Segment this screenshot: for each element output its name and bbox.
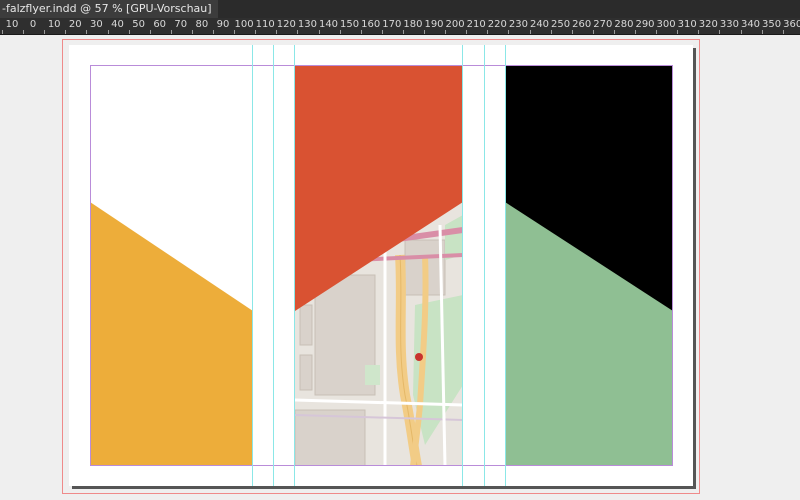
ruler-tick — [276, 30, 278, 34]
ruler-tick — [782, 30, 784, 34]
ruler-label: 110 — [255, 19, 275, 30]
ruler-label: 190 — [424, 19, 444, 30]
ruler-label: 340 — [740, 19, 761, 30]
column-guide[interactable] — [505, 45, 506, 486]
ruler-tick — [550, 30, 552, 34]
ruler-label: 140 — [318, 19, 339, 30]
ruler-tick — [677, 30, 679, 34]
ruler-label: 30 — [90, 19, 103, 30]
ruler-label: 20 — [68, 19, 82, 30]
column-guide[interactable] — [462, 45, 463, 486]
ruler-label: 40 — [111, 19, 124, 30]
ruler-label: 240 — [529, 19, 550, 30]
ruler-label: 170 — [382, 19, 402, 30]
ruler-label: 210 — [466, 19, 486, 30]
ruler-tick — [613, 30, 615, 34]
margin-guide — [90, 65, 673, 466]
document-tab-title: -falzflyer.indd @ 57 % [GPU-Vorschau] — [2, 2, 212, 15]
ruler-tick — [381, 30, 383, 34]
ruler-label: 120 — [276, 19, 296, 30]
ruler-label: 310 — [677, 19, 697, 30]
ruler-label: 50 — [132, 19, 145, 30]
ruler-label: 350 — [762, 19, 782, 30]
ruler-tick — [213, 30, 214, 34]
document-tabbar: -falzflyer.indd @ 57 % [GPU-Vorschau] — [0, 0, 800, 19]
ruler-label: 200 — [445, 19, 465, 30]
ruler-label: 220 — [487, 19, 507, 30]
ruler-tick — [128, 30, 130, 34]
ruler-label: 180 — [403, 19, 423, 30]
ruler-tick — [719, 30, 721, 34]
ruler-label: 0 — [29, 19, 37, 30]
ruler-label: 280 — [614, 19, 634, 30]
ruler-label: 290 — [635, 19, 655, 30]
ruler-tick — [424, 30, 425, 34]
ruler-label: 100 — [234, 19, 254, 30]
horizontal-ruler[interactable]: 10 0 10 20 30 40 50 60 70 80 90 100 110 120 130 140 150 1… — [0, 18, 800, 35]
document-tab[interactable]: -falzflyer.indd @ 57 % [GPU-Vorschau] — [0, 0, 218, 18]
ruler-tick — [255, 30, 257, 34]
ruler-tick — [761, 30, 763, 34]
ruler-tick — [86, 30, 88, 34]
ruler-tick — [698, 30, 700, 34]
ruler-tick — [234, 30, 236, 34]
ruler-label: 80 — [195, 19, 209, 30]
ruler-label: 260 — [572, 19, 592, 30]
ruler-tick — [2, 30, 3, 34]
ruler-label: 130 — [297, 19, 317, 30]
ruler-tick — [44, 30, 46, 34]
ruler-tick — [318, 30, 320, 34]
ruler-tick — [508, 30, 510, 34]
column-guide[interactable] — [252, 45, 253, 486]
ruler-label: 60 — [153, 19, 167, 30]
ruler-tick — [23, 30, 25, 34]
ruler-tick — [191, 30, 193, 34]
ruler-label: 90 — [216, 19, 230, 30]
column-guide[interactable] — [273, 45, 274, 486]
ruler-label: 160 — [361, 19, 381, 30]
ruler-tick — [297, 30, 299, 34]
ruler-label: 330 — [719, 19, 739, 30]
ruler-label: 320 — [698, 19, 718, 30]
ruler-label: 250 — [551, 19, 571, 30]
ruler-tick — [445, 30, 447, 34]
ruler-label: 230 — [508, 19, 528, 30]
ruler-tick — [65, 30, 67, 34]
ruler-tick — [571, 30, 573, 34]
ruler-label: 10 — [47, 19, 61, 30]
ruler-label: 150 — [340, 19, 360, 30]
ruler-tick — [529, 30, 531, 34]
ruler-tick — [592, 30, 594, 34]
ruler-tick — [487, 30, 489, 34]
ruler-tick — [635, 30, 636, 34]
ruler-label: 300 — [656, 19, 676, 30]
ruler-label: 270 — [593, 19, 613, 30]
ruler-tick — [149, 30, 151, 34]
ruler-tick — [170, 30, 172, 34]
column-guide[interactable] — [294, 45, 295, 486]
ruler-tick — [339, 30, 341, 34]
ruler-tick — [360, 30, 362, 34]
ruler-tick — [402, 30, 404, 34]
ruler-label: 360 — [783, 19, 800, 30]
ruler-label: 70 — [174, 19, 188, 30]
ruler-label: 10 — [5, 19, 19, 30]
ruler-tick — [740, 30, 742, 34]
ruler-tick — [466, 30, 468, 34]
column-guide[interactable] — [484, 45, 485, 486]
ruler-tick — [107, 30, 109, 34]
ruler-tick — [656, 30, 658, 34]
